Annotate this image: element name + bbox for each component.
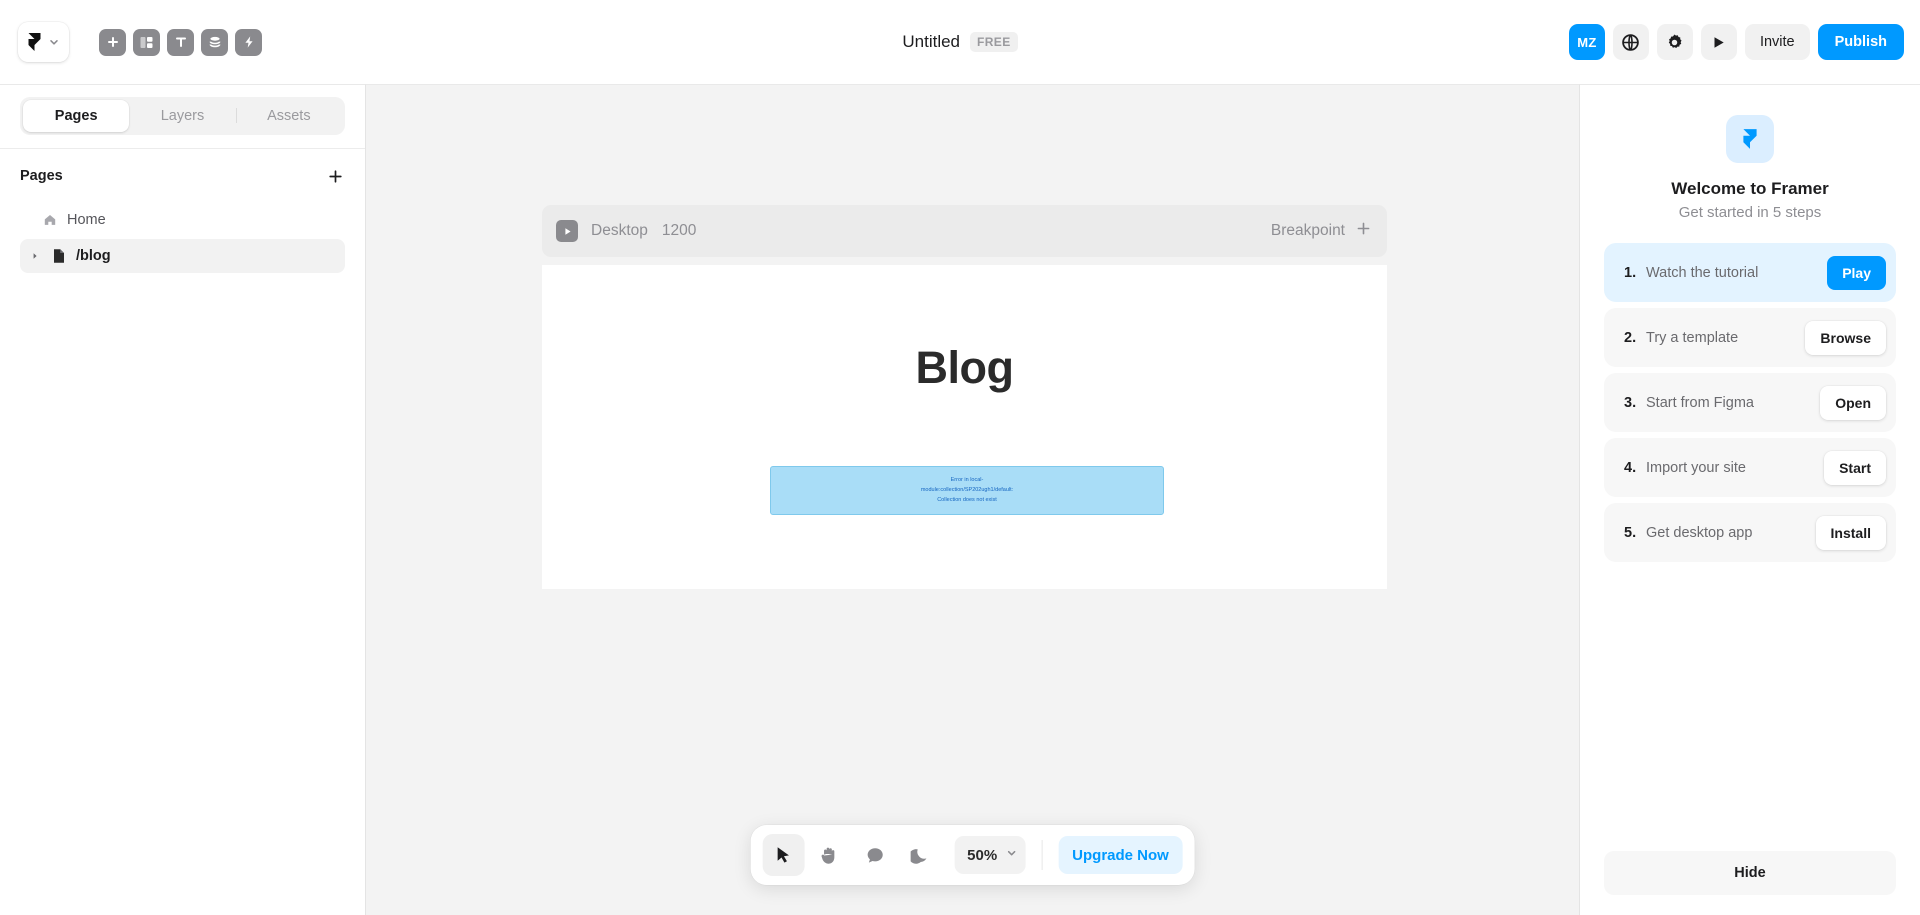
add-page-button[interactable] [323, 164, 347, 188]
step-number: 2. [1624, 329, 1637, 346]
toolbar-divider [1041, 840, 1043, 870]
step-action-browse[interactable]: Browse [1805, 320, 1886, 355]
chevron-down-icon[interactable] [1005, 846, 1017, 864]
step-label: Watch the tutorial [1646, 264, 1759, 281]
sidebar-divider [0, 148, 365, 149]
framer-logo-icon [1726, 115, 1774, 163]
breakpoint-width: 1200 [661, 222, 697, 239]
welcome-title: Welcome to Framer [1671, 179, 1829, 198]
onboarding-step-4[interactable]: 4. Import your site Start [1604, 438, 1896, 497]
breakpoint-bar[interactable]: Desktop 1200 Breakpoint [542, 205, 1387, 257]
canvas-area[interactable]: Desktop 1200 Breakpoint Blog Error in lo… [365, 84, 1580, 915]
text-tool-button[interactable] [167, 28, 194, 56]
step-action-play[interactable]: Play [1827, 255, 1886, 290]
step-number: 4. [1624, 459, 1637, 476]
onboarding-step-1[interactable]: 1. Watch the tutorial Play [1604, 243, 1896, 302]
app-body: Pages Layers Assets Pages Home /blog Des… [0, 84, 1920, 915]
insert-tool-button[interactable] [99, 28, 126, 56]
step-number: 5. [1624, 524, 1637, 541]
publish-button[interactable]: Publish [1817, 24, 1904, 60]
document-title[interactable]: Untitled [902, 32, 960, 52]
comment-icon[interactable] [854, 834, 896, 876]
zoom-control[interactable]: 50% [954, 836, 1026, 874]
chevron-right-icon[interactable] [28, 252, 41, 260]
plan-badge: FREE [970, 32, 1018, 52]
breakpoint-name: Desktop [591, 222, 648, 239]
onboarding-step-3[interactable]: 3. Start from Figma Open [1604, 373, 1896, 432]
sidebar-tabs: Pages Layers Assets [20, 97, 345, 135]
step-action-start[interactable]: Start [1824, 450, 1886, 485]
framer-app-window: Untitled FREE MZ Invite Publish Pages La… [0, 0, 1920, 915]
cms-error-line-1: Error in local- [950, 477, 984, 483]
effects-tool-button[interactable] [235, 28, 262, 56]
tab-assets[interactable]: Assets [236, 100, 342, 132]
cms-error-line-3: Collection does not exist [937, 497, 997, 503]
tab-layers[interactable]: Layers [129, 100, 235, 132]
step-label: Get desktop app [1646, 524, 1753, 541]
onboarding-steps: 1. Watch the tutorial Play 2. Try a temp… [1604, 243, 1896, 562]
upgrade-now-button[interactable]: Upgrade Now [1058, 836, 1183, 874]
chevron-down-icon [48, 36, 60, 48]
onboarding-step-2[interactable]: 2. Try a template Browse [1604, 308, 1896, 367]
step-label: Start from Figma [1646, 394, 1754, 411]
sidebar-page-label: /blog [76, 248, 111, 264]
hide-panel-button[interactable]: Hide [1604, 851, 1896, 895]
globe-icon[interactable] [1612, 24, 1649, 60]
sidebar-page-blog[interactable]: /blog [20, 239, 345, 273]
breakpoint-play-icon[interactable] [556, 220, 578, 242]
home-icon [41, 213, 58, 227]
avatar[interactable]: MZ [1568, 24, 1605, 60]
cms-error-line-2: module:collection/SP202ugh1/default: [920, 487, 1014, 493]
cursor-arrow-icon[interactable] [762, 834, 805, 876]
step-label: Try a template [1646, 329, 1739, 346]
step-number: 3. [1624, 394, 1637, 411]
step-action-install[interactable]: Install [1815, 515, 1886, 550]
breakpoint-label[interactable]: Breakpoint [1271, 222, 1345, 240]
layout-tool-button[interactable] [133, 28, 160, 56]
tab-pages[interactable]: Pages [23, 100, 130, 132]
welcome-subtitle: Get started in 5 steps [1678, 204, 1822, 221]
page-frame-desktop[interactable]: Blog Error in local- module:collection/S… [542, 265, 1387, 589]
hand-icon[interactable] [808, 834, 850, 876]
cms-tool-button[interactable] [201, 28, 228, 56]
step-action-open[interactable]: Open [1820, 385, 1886, 420]
left-sidebar: Pages Layers Assets Pages Home /blog [0, 84, 365, 915]
pages-section-label: Pages [20, 168, 63, 184]
header-left-group [18, 22, 262, 62]
toolbar-tools [99, 28, 262, 56]
framer-menu-button[interactable] [18, 22, 69, 62]
invite-button[interactable]: Invite [1744, 24, 1810, 60]
frame-heading-blog: Blog [915, 342, 1014, 393]
onboarding-step-5[interactable]: 5. Get desktop app Install [1604, 503, 1896, 562]
header-right-group: MZ Invite Publish [1568, 24, 1904, 60]
gear-icon[interactable] [1656, 24, 1693, 60]
zoom-value: 50% [967, 846, 998, 864]
canvas-bottom-toolbar: 50% Upgrade Now [750, 825, 1195, 885]
cms-error-box[interactable]: Error in local- module:collection/SP202u… [770, 466, 1164, 515]
right-panel: Welcome to Framer Get started in 5 steps… [1580, 84, 1920, 915]
moon-icon[interactable] [900, 834, 942, 876]
pages-section-header: Pages [0, 155, 365, 197]
page-file-icon [50, 248, 67, 264]
sidebar-page-home[interactable]: Home [20, 203, 345, 237]
sidebar-tabs-wrap: Pages Layers Assets [0, 97, 365, 135]
framer-logo-icon [26, 32, 43, 52]
play-icon[interactable] [1700, 24, 1737, 60]
step-label: Import your site [1646, 459, 1746, 476]
sidebar-page-label: Home [67, 212, 106, 228]
app-header: Untitled FREE MZ Invite Publish [0, 0, 1920, 84]
pages-list: Home /blog [0, 197, 365, 273]
step-number: 1. [1624, 264, 1637, 281]
add-breakpoint-button[interactable] [1356, 221, 1371, 241]
breakpoint-right-group: Breakpoint [1271, 221, 1371, 241]
